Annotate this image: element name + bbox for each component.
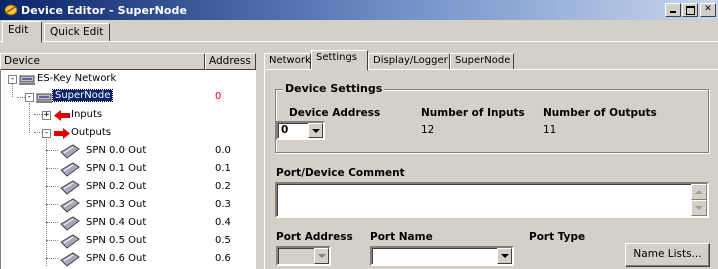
tree-item-label: SuperNode [51, 89, 114, 102]
tab-display-logger[interactable]: Display/Logger [368, 53, 450, 70]
app-icon [4, 4, 18, 16]
tree-item-supernode[interactable]: - SuperNode 0 [1, 89, 257, 106]
comment-label: Port/Device Comment [276, 167, 405, 179]
title-bar: Device Editor - SuperNode ✕ [0, 0, 718, 20]
tree-item-address: 0.3 [215, 199, 231, 210]
name-lists-button[interactable]: Name Lists... [625, 243, 710, 267]
port-type-label: Port Type [529, 231, 586, 243]
output-port-icon [60, 180, 80, 195]
output-port-icon [60, 162, 80, 177]
tree-item-inputs[interactable]: + Inputs [1, 107, 257, 124]
tree-item-spn-0-5-out[interactable]: SPN 0.5 Out 0.5 [1, 233, 257, 250]
scroll-down-icon[interactable] [691, 200, 707, 216]
tree-item-label: SPN 0.0 Out [86, 145, 147, 156]
top-tab-bar: Edit Quick Edit [0, 21, 718, 43]
device-address-value: 0 [281, 124, 289, 136]
tree-item-label: SPN 0.3 Out [86, 199, 147, 210]
chevron-down-icon[interactable] [314, 248, 329, 264]
tree-item-label: SPN 0.6 Out [86, 253, 147, 264]
chevron-down-icon[interactable] [308, 123, 323, 138]
tree-item-spn-0-6-out[interactable]: SPN 0.6 Out 0.6 [1, 251, 257, 268]
port-address-select[interactable] [276, 246, 331, 266]
output-port-icon [60, 252, 80, 267]
tree-item-label: ES-Key Network [37, 73, 117, 84]
output-port-icon [60, 216, 80, 231]
output-port-icon [60, 144, 80, 159]
tree-item-address: 0.6 [215, 253, 231, 264]
collapse-toggle[interactable]: - [42, 129, 51, 138]
tab-settings[interactable]: Settings [311, 50, 368, 71]
tree-header: Device Address [0, 53, 256, 70]
red-arrow-right-icon [54, 128, 70, 139]
output-port-icon [60, 234, 80, 249]
num-inputs-value: 12 [421, 124, 435, 136]
tree-item-spn-0-3-out[interactable]: SPN 0.3 Out 0.3 [1, 197, 257, 214]
collapse-toggle[interactable]: - [25, 93, 34, 102]
port-name-select[interactable] [370, 246, 514, 266]
maximize-button[interactable] [682, 3, 698, 17]
port-name-label: Port Name [370, 231, 433, 243]
settings-tab-bar: Network Settings Display/Logger SuperNod… [264, 50, 718, 71]
tree-item-address: 0.1 [215, 163, 231, 174]
tree-item-address: 0 [215, 91, 222, 102]
supernode-icon [36, 93, 52, 103]
num-outputs-value: 11 [543, 124, 557, 136]
tree-item-spn-0-1-out[interactable]: SPN 0.1 Out 0.1 [1, 161, 257, 178]
column-header-device[interactable]: Device [0, 53, 205, 70]
tree-item-address: 0.0 [215, 145, 231, 156]
scroll-up-icon[interactable] [691, 184, 707, 200]
comment-textarea[interactable] [275, 182, 709, 218]
port-address-label: Port Address [276, 231, 353, 243]
window-title: Device Editor - SuperNode [21, 3, 188, 17]
column-header-address[interactable]: Address [205, 53, 256, 70]
minimize-button[interactable] [665, 3, 681, 17]
tree-item-label: Inputs [71, 109, 103, 120]
tree-item-address: 0.4 [215, 217, 231, 228]
output-port-icon [60, 198, 80, 213]
tree-item-label: SPN 0.2 Out [86, 181, 147, 192]
tree-item-es-key-network[interactable]: - ES-Key Network [1, 71, 257, 88]
device-address-label: Device Address [289, 107, 381, 119]
close-button[interactable]: ✕ [700, 3, 716, 17]
device-settings-title: Device Settings [283, 82, 385, 95]
tab-divider [0, 41, 718, 42]
tree-item-label: SPN 0.4 Out [86, 217, 147, 228]
device-tree[interactable]: - ES-Key Network - SuperNode 0 + Inputs … [0, 53, 256, 269]
tree-item-address: 0.5 [215, 235, 231, 246]
tree-item-spn-0-2-out[interactable]: SPN 0.2 Out 0.2 [1, 179, 257, 196]
tree-item-spn-0-0-out[interactable]: SPN 0.0 Out 0.0 [1, 143, 257, 160]
tree-item-outputs[interactable]: - Outputs [1, 125, 257, 142]
network-icon [19, 75, 35, 85]
expand-toggle[interactable]: + [42, 111, 51, 120]
comment-scrollbar[interactable] [691, 184, 707, 216]
tab-supernode[interactable]: SuperNode [450, 53, 514, 70]
num-outputs-label: Number of Outputs [543, 107, 657, 119]
device-settings-group [275, 89, 709, 153]
red-arrow-left-icon [54, 110, 70, 121]
tree-item-label: SPN 0.1 Out [86, 163, 147, 174]
tree-item-label: Outputs [71, 127, 111, 138]
tab-network[interactable]: Network [264, 53, 311, 70]
num-inputs-label: Number of Inputs [421, 107, 525, 119]
device-address-select[interactable]: 0 [276, 121, 325, 140]
tree-item-label: SPN 0.5 Out [86, 235, 147, 246]
tab-edit[interactable]: Edit [2, 21, 42, 43]
tab-quick-edit[interactable]: Quick Edit [44, 23, 110, 42]
chevron-down-icon[interactable] [497, 248, 512, 264]
tree-item-address: 0.2 [215, 181, 231, 192]
tree-item-spn-0-4-out[interactable]: SPN 0.4 Out 0.4 [1, 215, 257, 232]
collapse-toggle[interactable]: - [8, 75, 17, 84]
